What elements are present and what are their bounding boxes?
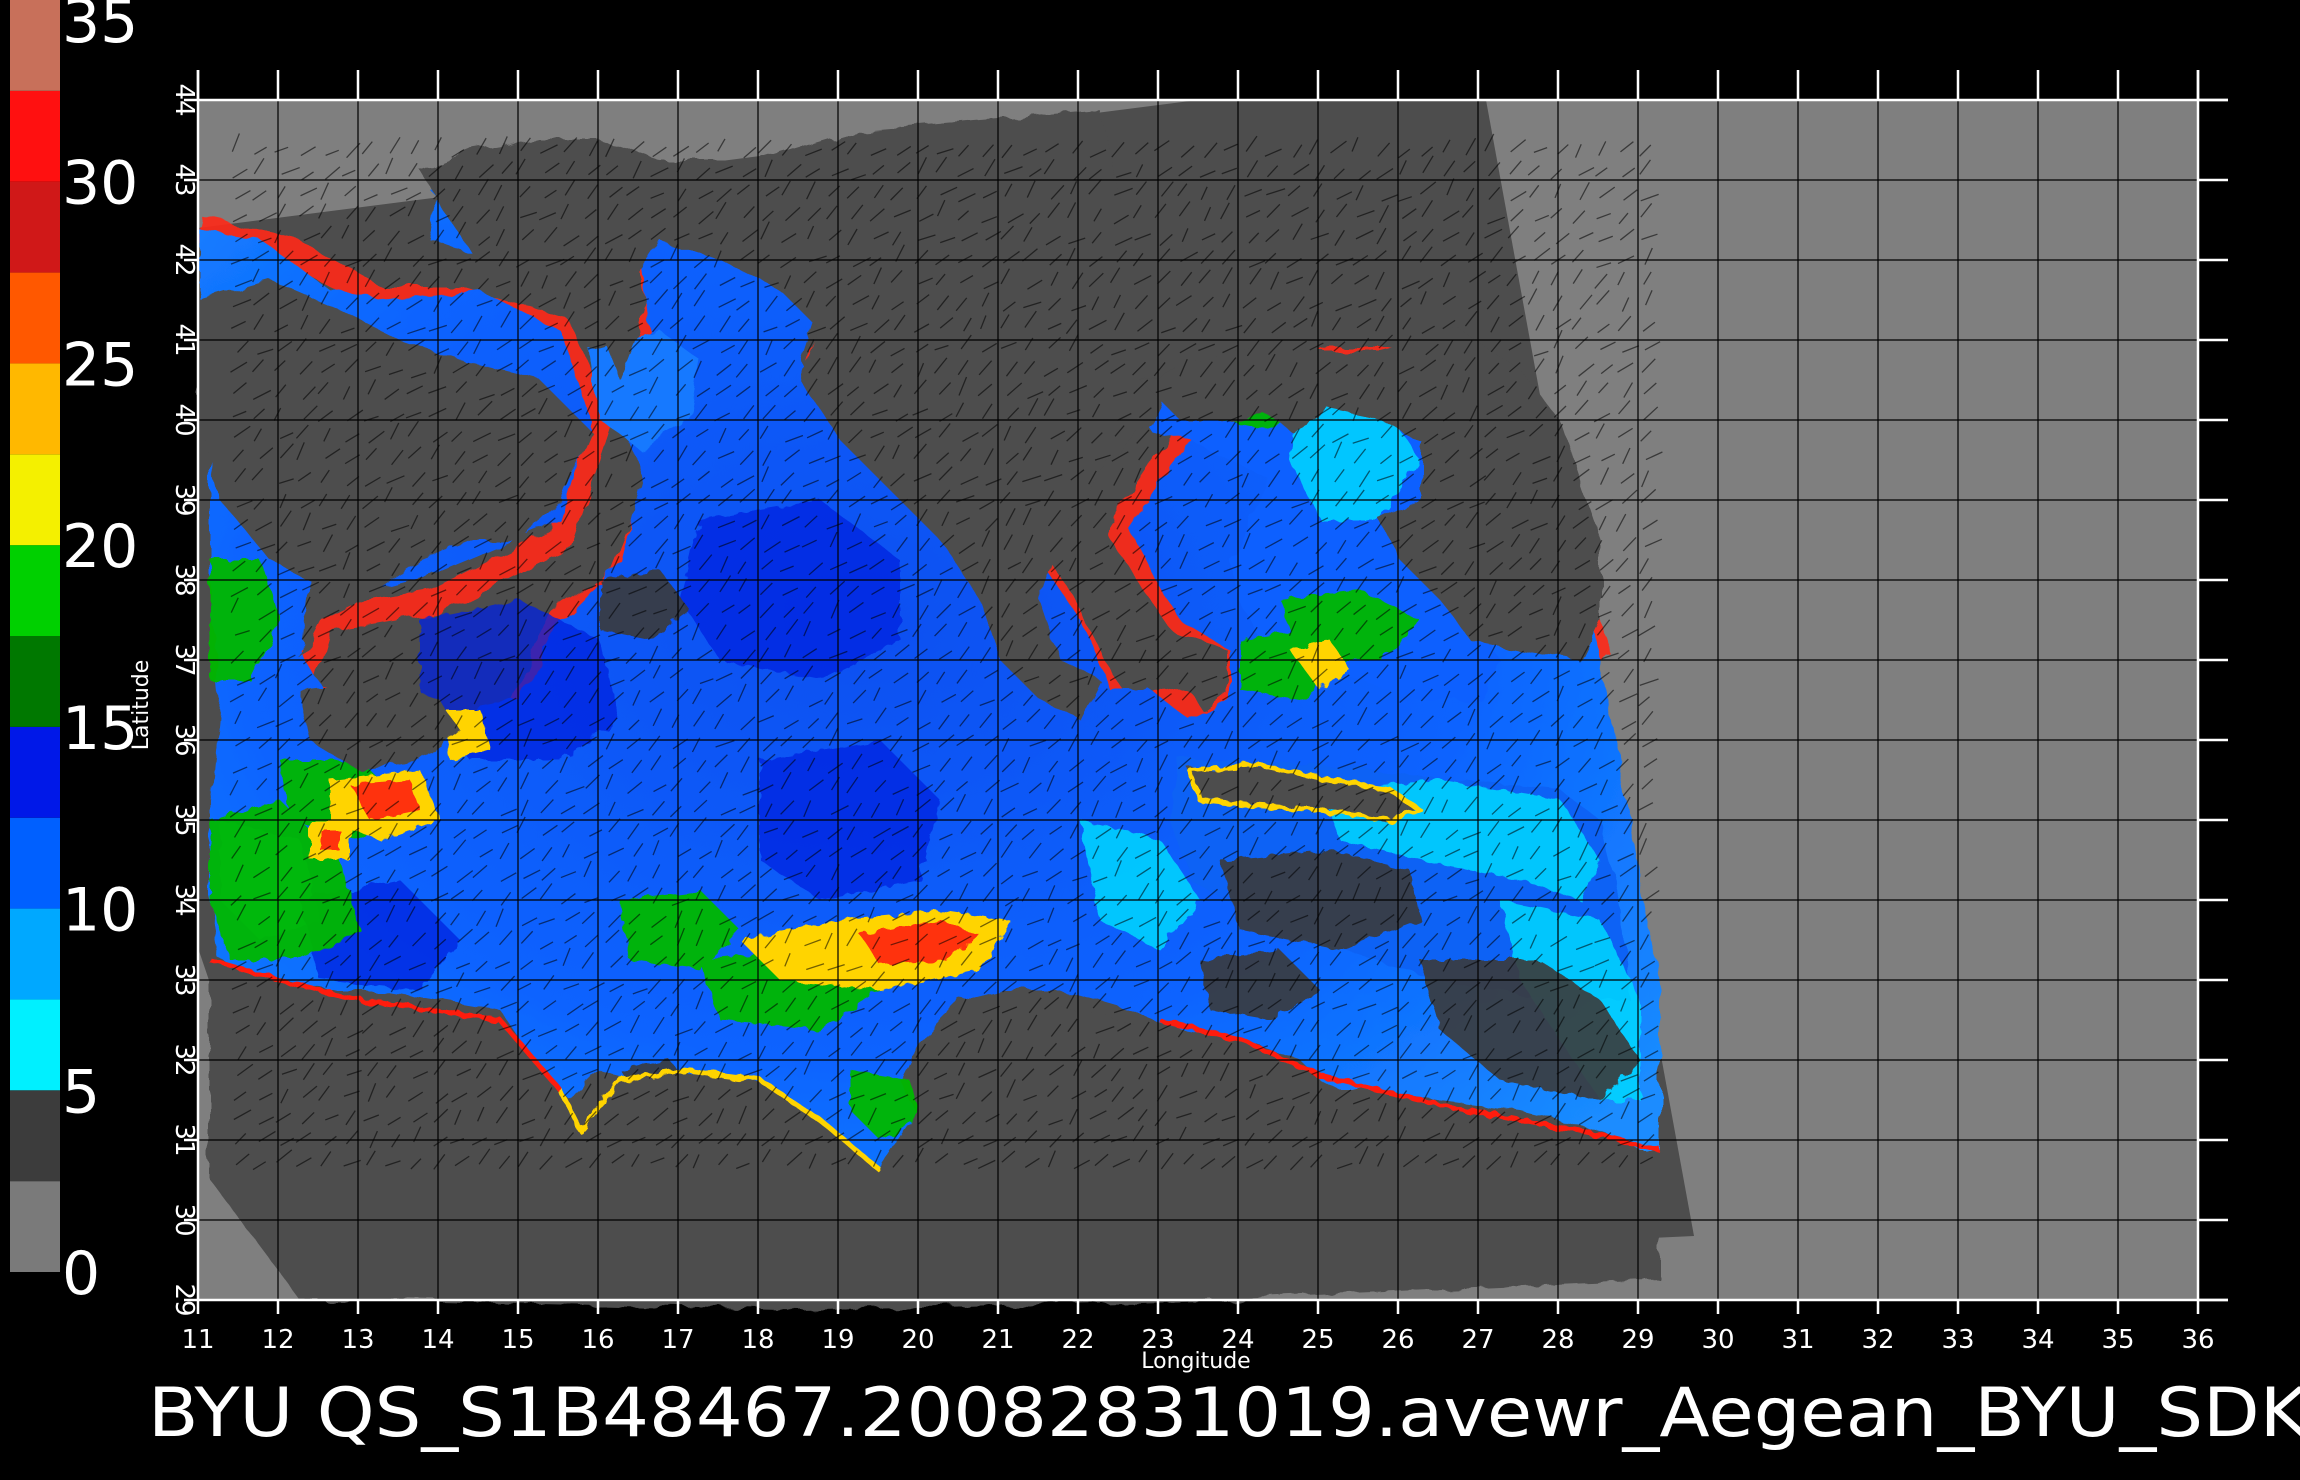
- colorbar-label-5: 5: [62, 1057, 100, 1127]
- lat-label-32: 32: [169, 1043, 199, 1076]
- lat-label-34: 34: [169, 883, 199, 916]
- lon-label-26: 26: [1381, 1325, 1414, 1355]
- colorbar-segment-10: [10, 272, 60, 364]
- colorbar-label-20: 20: [62, 512, 138, 582]
- colorbar-label-0: 0: [62, 1239, 100, 1309]
- colorbar-segment-11: [10, 181, 60, 273]
- colorbar-segment-9: [10, 363, 60, 455]
- lon-label-22: 22: [1061, 1325, 1094, 1355]
- lon-label-35: 35: [2101, 1325, 2134, 1355]
- colorbar-segment-6: [10, 636, 60, 727]
- lat-label-42: 42: [169, 243, 199, 276]
- lat-label-38: 38: [169, 563, 199, 596]
- lon-label-21: 21: [981, 1325, 1014, 1355]
- lon-label-30: 30: [1701, 1325, 1734, 1355]
- lon-label-17: 17: [661, 1325, 694, 1355]
- colorbar-segment-5: [10, 726, 60, 818]
- scatterometer-wind-map: 0 5 10 15 20 25 30 35 11 12 13 14 15 16 17 18 1…: [10, 0, 2300, 1453]
- lat-label-40: 40: [169, 403, 199, 436]
- lon-label-16: 16: [581, 1325, 614, 1355]
- colorbar-segment-3: [10, 908, 60, 1000]
- lat-label-41: 41: [169, 323, 199, 356]
- lon-label-31: 31: [1781, 1325, 1814, 1355]
- lat-label-37: 37: [169, 643, 199, 676]
- x-axis-label: Longitude: [1141, 1349, 1250, 1374]
- lon-label-25: 25: [1301, 1325, 1334, 1355]
- lon-label-28: 28: [1541, 1325, 1574, 1355]
- lon-label-14: 14: [421, 1325, 454, 1355]
- lon-label-20: 20: [901, 1325, 934, 1355]
- colorbar-label-10: 10: [62, 876, 138, 946]
- map-panel: 11 12 13 14 15 16 17 18 19 20 21 22 23 24 25 26 27 28 29 30…: [129, 70, 2228, 1374]
- colorbar-segment-7: [10, 545, 60, 636]
- lat-label-44: 44: [169, 83, 199, 116]
- lat-label-29: 29: [169, 1283, 199, 1316]
- colorbar-segment-13: [10, 0, 60, 91]
- lon-label-11: 11: [181, 1325, 214, 1355]
- colorbar-segment-0: [10, 1181, 60, 1272]
- colorbar-segment-12: [10, 90, 60, 182]
- lon-label-18: 18: [741, 1325, 774, 1355]
- lon-label-13: 13: [341, 1325, 374, 1355]
- lat-label-30: 30: [169, 1203, 199, 1236]
- colorbar-segment-2: [10, 999, 60, 1091]
- wind-speed-colorbar: 0 5 10 15 20 25 30 35: [10, 0, 138, 1309]
- footer-title: BYU QS_S1B48467.20082831019.avewr_Aegean…: [148, 1374, 2300, 1453]
- colorbar-label-15: 15: [62, 694, 138, 764]
- lat-label-43: 43: [169, 163, 199, 196]
- colorbar-segment-1: [10, 1090, 60, 1182]
- colorbar-segment-8: [10, 454, 60, 546]
- latitude-tick-labels: 29 30 31 32 33 34 35 36 37 38 39 40 41 42 43 44: [169, 83, 199, 1316]
- colorbar-label-30: 30: [62, 149, 138, 219]
- lon-label-15: 15: [501, 1325, 534, 1355]
- lon-label-32: 32: [1861, 1325, 1894, 1355]
- lat-label-33: 33: [169, 963, 199, 996]
- colorbar-label-35: 35: [62, 0, 138, 57]
- lat-label-39: 39: [169, 483, 199, 516]
- lat-label-35: 35: [169, 803, 199, 836]
- lon-label-34: 34: [2021, 1325, 2054, 1355]
- y-axis-label: Latitude: [129, 660, 154, 751]
- colorbar-label-25: 25: [62, 330, 138, 400]
- lat-label-36: 36: [169, 723, 199, 756]
- lat-label-31: 31: [169, 1123, 199, 1156]
- lon-label-29: 29: [1621, 1325, 1654, 1355]
- lon-label-27: 27: [1461, 1325, 1494, 1355]
- lon-label-36: 36: [2181, 1325, 2214, 1355]
- lon-label-12: 12: [261, 1325, 294, 1355]
- colorbar-segment-4: [10, 817, 60, 909]
- lon-label-19: 19: [821, 1325, 854, 1355]
- lon-label-33: 33: [1941, 1325, 1974, 1355]
